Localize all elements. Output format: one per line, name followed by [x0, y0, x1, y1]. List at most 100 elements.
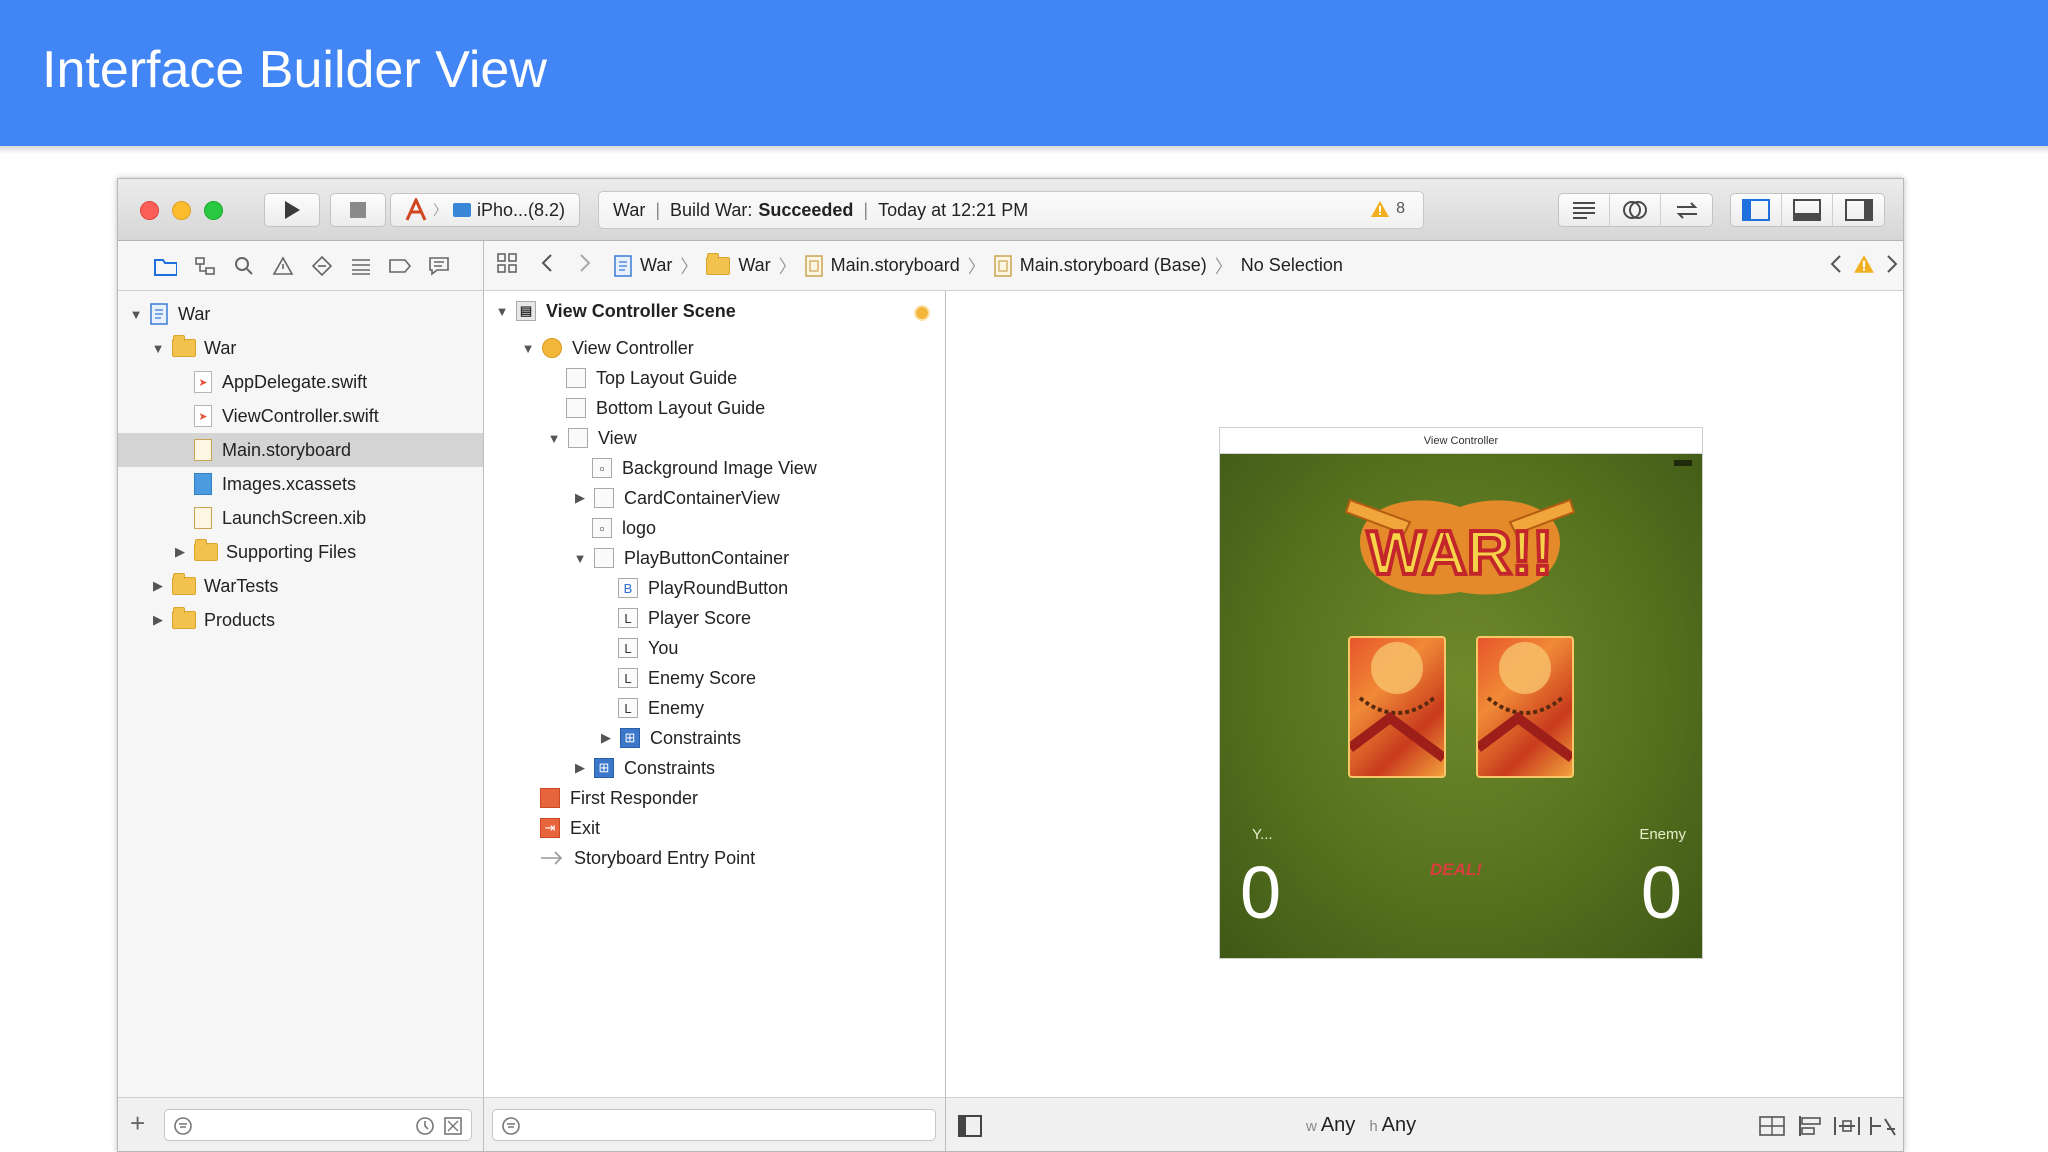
test-navigator-tab[interactable] — [310, 254, 333, 277]
zoom-window-button[interactable] — [204, 201, 223, 220]
run-button[interactable] — [264, 193, 320, 227]
breadcrumb-project[interactable]: War — [614, 254, 672, 277]
issue-indicator[interactable] — [1853, 254, 1875, 279]
outline-item[interactable]: L Enemy — [618, 693, 704, 723]
standard-editor-button[interactable] — [1559, 194, 1610, 226]
outline-item[interactable]: L Player Score — [618, 603, 751, 633]
layout-guide-icon — [566, 398, 586, 418]
outline-item[interactable]: ▫ logo — [592, 513, 656, 543]
tree-item-group[interactable]: ▶ Supporting Files — [118, 535, 483, 569]
find-navigator-tab[interactable] — [232, 254, 255, 277]
first-responder-icon — [540, 788, 560, 808]
tree-item-file-selected[interactable]: Main.storyboard — [118, 433, 483, 467]
outline-item[interactable]: ▶ ⊞ Constraints — [572, 753, 715, 783]
tree-item-file[interactable]: ➤ ViewController.swift — [118, 399, 483, 433]
outline-filter-field[interactable] — [492, 1109, 936, 1141]
navigator-filter-field[interactable] — [164, 1109, 472, 1141]
slide-header: Interface Builder View — [0, 0, 2048, 146]
folder-icon — [172, 335, 196, 357]
tree-item-project[interactable]: ▼ War — [118, 297, 483, 331]
breadcrumb-group[interactable]: War — [706, 252, 771, 276]
previous-issue-button[interactable] — [1829, 253, 1843, 280]
outline-item[interactable]: ▫ Background Image View — [592, 453, 817, 483]
player-card — [1347, 636, 1447, 778]
disclosure-closed-icon: ▶ — [175, 544, 185, 559]
view-controller-frame[interactable]: View Controller WAR!! Y... Enemy DEAL! 0… — [1219, 427, 1703, 959]
outline-item[interactable]: ▼ PlayButtonContainer — [572, 543, 789, 573]
document-outline-toggle-icon[interactable] — [958, 1115, 982, 1137]
go-back-button[interactable] — [540, 252, 554, 279]
warnings-indicator[interactable]: 8 — [1370, 200, 1405, 218]
stack-icon[interactable] — [1759, 1115, 1785, 1137]
image-view-icon: ▫ — [592, 458, 612, 478]
issue-navigator-tab[interactable] — [271, 254, 294, 277]
scm-status-icon[interactable] — [443, 1116, 463, 1136]
assistant-editor-button[interactable] — [1610, 194, 1661, 226]
tree-item-file[interactable]: Images.xcassets — [118, 467, 483, 501]
breadcrumb-file[interactable]: Main.storyboard — [804, 254, 960, 277]
view-icon — [594, 488, 614, 508]
report-navigator-tab[interactable] — [427, 254, 450, 277]
tree-item-file[interactable]: LaunchScreen.xib — [118, 501, 483, 535]
warning-icon — [1854, 255, 1874, 273]
size-class-control[interactable]: w Any h Any — [1306, 1114, 1416, 1137]
scene-icon: ▤ — [516, 301, 536, 321]
outline-item[interactable]: Bottom Layout Guide — [566, 393, 765, 423]
outline-item[interactable]: Storyboard Entry Point — [540, 843, 755, 873]
outline-scene-row[interactable]: ▼ ▤ View Controller Scene — [494, 296, 736, 326]
recent-files-icon[interactable] — [415, 1116, 435, 1136]
outline-item[interactable]: ▶ CardContainerView — [572, 483, 780, 513]
toggle-debug-button[interactable] — [1782, 194, 1833, 226]
scheme-selector[interactable]: 〉 iPho...(8.2) — [390, 193, 580, 227]
outline-item[interactable]: ▼ View Controller — [520, 333, 694, 363]
storyboard-icon — [194, 439, 212, 461]
tree-item-group[interactable]: ▼ War — [118, 331, 483, 365]
resolve-auto-layout-icon[interactable] — [1869, 1115, 1897, 1137]
right-panel-icon — [1844, 199, 1873, 221]
tree-label: Products — [204, 609, 276, 630]
enemy-label: Enemy — [1639, 826, 1686, 843]
symbol-navigator-tab[interactable] — [193, 254, 216, 277]
outline-item[interactable]: First Responder — [540, 783, 698, 813]
enemy-card — [1475, 636, 1575, 778]
storyboard-icon — [993, 254, 1012, 277]
breadcrumb-selection[interactable]: No Selection — [1241, 255, 1343, 276]
deal-button[interactable]: DEAL! — [1430, 860, 1482, 880]
related-items-button[interactable] — [496, 252, 518, 279]
go-forward-button[interactable] — [578, 252, 592, 279]
constraints-icon: ⊞ — [620, 728, 640, 748]
breadcrumb-localization[interactable]: Main.storyboard (Base) — [993, 254, 1207, 277]
version-editor-button[interactable] — [1661, 194, 1712, 226]
outline-item[interactable]: ▼ View — [546, 423, 637, 453]
project-navigator-tab[interactable] — [154, 254, 177, 277]
tree-item-group[interactable]: ▶ WarTests — [118, 569, 483, 603]
stop-button[interactable] — [330, 193, 386, 227]
disclosure-closed-icon: ▶ — [153, 578, 163, 593]
pin-icon[interactable] — [1833, 1115, 1861, 1137]
align-icon[interactable] — [1797, 1115, 1823, 1137]
view-controller-icon — [542, 338, 562, 358]
tree-item-file[interactable]: ➤ AppDelegate.swift — [118, 365, 483, 399]
card-pattern-icon — [1475, 642, 1575, 763]
outline-item[interactable]: L Enemy Score — [618, 663, 756, 693]
stop-icon — [350, 202, 366, 218]
add-file-button[interactable]: + — [130, 1108, 145, 1139]
outline-item[interactable]: ⇥ Exit — [540, 813, 600, 843]
debug-navigator-tab[interactable] — [349, 254, 372, 277]
next-issue-button[interactable] — [1885, 253, 1899, 280]
toggle-utilities-button[interactable] — [1833, 194, 1884, 226]
activity-status: War | Build War: Succeeded | Today at 12… — [598, 191, 1424, 229]
breadcrumb-label: Main.storyboard — [830, 255, 960, 275]
label-icon: L — [618, 638, 638, 658]
toggle-navigator-button[interactable] — [1731, 194, 1782, 226]
outline-item[interactable]: L You — [618, 633, 678, 663]
device-label: iPho...(8.2) — [477, 199, 566, 220]
outline-item[interactable]: ▶ ⊞ Constraints — [598, 723, 741, 753]
tree-item-group[interactable]: ▶ Products — [118, 603, 483, 637]
breakpoint-navigator-tab[interactable] — [388, 254, 411, 277]
close-window-button[interactable] — [140, 201, 159, 220]
outline-item[interactable]: Top Layout Guide — [566, 363, 737, 393]
minimize-window-button[interactable] — [172, 201, 191, 220]
outline-item[interactable]: B PlayRoundButton — [618, 573, 788, 603]
swift-file-icon: ➤ — [194, 405, 212, 427]
